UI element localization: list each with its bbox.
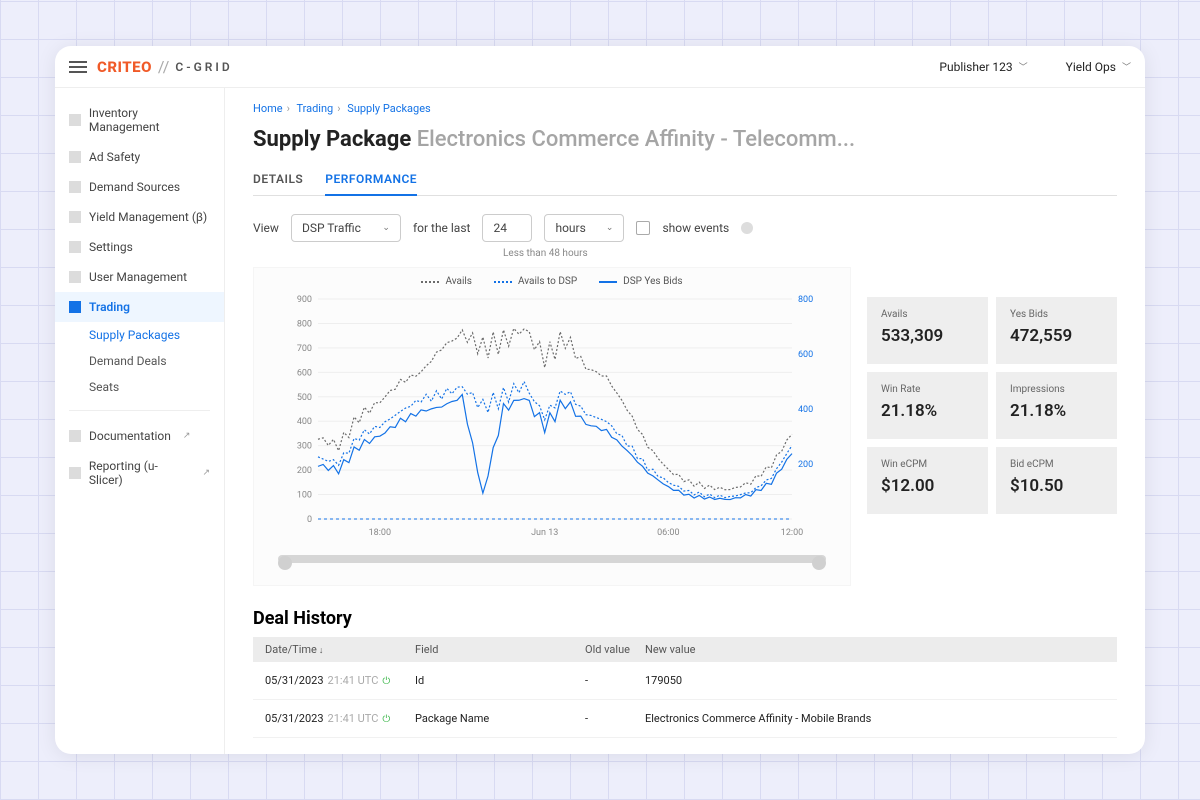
- subnav-seats[interactable]: Seats: [89, 374, 224, 400]
- svg-text:500: 500: [297, 393, 312, 403]
- crumb-trading[interactable]: Trading: [296, 102, 333, 115]
- breadcrumb: Home› Trading› Supply Packages: [253, 102, 1117, 115]
- inventory-icon: [69, 114, 81, 126]
- stat-avails: Avails533,309: [867, 297, 988, 364]
- svg-text:200: 200: [798, 460, 813, 470]
- svg-text:200: 200: [297, 466, 312, 476]
- svg-text:400: 400: [798, 405, 813, 415]
- sidebar-item-demand[interactable]: Demand Sources: [55, 172, 224, 202]
- sidebar-item-usermgmt[interactable]: User Management: [55, 262, 224, 292]
- main-content: Home› Trading› Supply Packages Supply Pa…: [225, 88, 1145, 754]
- duration-unit-select[interactable]: hours⌄: [544, 214, 624, 242]
- sidebar-item-settings[interactable]: Settings: [55, 232, 224, 262]
- svg-text:100: 100: [297, 491, 312, 501]
- col-field[interactable]: Field: [415, 643, 585, 656]
- tab-details[interactable]: DETAILS: [253, 164, 303, 195]
- sidebar-item-adsafety[interactable]: Ad Safety: [55, 142, 224, 172]
- app-window: CRITEO // C-GRID Publisher 123﹀ Yield Op…: [55, 46, 1145, 754]
- svg-text:12:00: 12:00: [781, 528, 803, 538]
- role-dropdown[interactable]: Yield Ops﹀: [1066, 60, 1131, 74]
- stat-bidecpm: Bid eCPM$10.50: [996, 447, 1117, 514]
- logo: CRITEO: [97, 58, 152, 76]
- sidebar-documentation[interactable]: Documentation↗: [55, 421, 224, 451]
- dollar-icon: [69, 301, 81, 313]
- performance-chart: Avails Avails to DSP DSP Yes Bids 0 100 20…: [253, 267, 851, 586]
- svg-text:0: 0: [307, 515, 312, 525]
- sidebar: Inventory Management Ad Safety Demand So…: [55, 88, 225, 754]
- svg-text:600: 600: [798, 350, 813, 360]
- svg-text:800: 800: [798, 295, 813, 305]
- deal-history-title: Deal History: [253, 608, 1117, 629]
- chart-svg: 0 100 200 300 400 500 600 700 800 900 200 400 600 800…: [264, 291, 840, 541]
- chevron-down-icon: ﹀: [1122, 60, 1131, 73]
- sidebar-item-yield[interactable]: Yield Management (β): [55, 202, 224, 232]
- sidebar-reporting[interactable]: Reporting (u-Slicer)↗: [55, 451, 224, 495]
- sort-icon: ↓: [319, 646, 324, 656]
- external-icon: ↗: [202, 468, 210, 478]
- col-new[interactable]: New value: [645, 643, 1105, 656]
- sidebar-item-inventory[interactable]: Inventory Management: [55, 98, 224, 142]
- gear-icon: [69, 241, 81, 253]
- svg-text:18:00: 18:00: [369, 528, 391, 538]
- stats-grid: Avails533,309 Yes Bids472,559 Win Rate21…: [867, 297, 1117, 586]
- svg-text:400: 400: [297, 417, 312, 427]
- doc-icon: [69, 430, 81, 442]
- table-row: 05/31/202321:41 UTC⏻ Package Name - Elec…: [253, 700, 1117, 738]
- info-icon[interactable]: [741, 222, 753, 234]
- shield-icon: [69, 151, 81, 163]
- slider-thumb-right[interactable]: [812, 556, 826, 570]
- logo-separator: //: [158, 57, 169, 76]
- svg-text:600: 600: [297, 368, 312, 378]
- crumb-supply-packages[interactable]: Supply Packages: [347, 102, 430, 115]
- stat-winrate: Win Rate21.18%: [867, 372, 988, 439]
- stat-impressions: Impressions21.18%: [996, 372, 1117, 439]
- svg-text:300: 300: [297, 442, 312, 452]
- svg-text:Jun 13: Jun 13: [531, 528, 558, 538]
- duration-num-select[interactable]: 24: [482, 214, 532, 242]
- svg-text:800: 800: [297, 319, 312, 329]
- view-controls: View DSP Traffic⌄ for the last 24 hours⌄…: [253, 214, 1117, 242]
- hamburger-icon[interactable]: [69, 58, 87, 76]
- chart-range-slider[interactable]: [278, 555, 826, 571]
- col-old[interactable]: Old value: [585, 643, 645, 656]
- chevron-down-icon: ⌄: [382, 223, 390, 233]
- user-icon: [69, 271, 81, 283]
- slider-thumb-left[interactable]: [278, 556, 292, 570]
- yield-icon: [69, 211, 81, 223]
- col-datetime[interactable]: Date/Time↓: [265, 643, 415, 656]
- duration-caption: Less than 48 hours: [503, 248, 1117, 259]
- publisher-dropdown[interactable]: Publisher 123﹀: [939, 60, 1027, 74]
- demand-icon: [69, 181, 81, 193]
- chart-legend: Avails Avails to DSP DSP Yes Bids: [264, 274, 840, 291]
- stat-yesbids: Yes Bids472,559: [996, 297, 1117, 364]
- svg-text:06:00: 06:00: [657, 528, 679, 538]
- chart-icon: [69, 467, 81, 479]
- svg-text:700: 700: [297, 344, 312, 354]
- external-icon: ↗: [183, 431, 191, 441]
- chevron-down-icon: ﹀: [1019, 60, 1028, 73]
- power-icon: ⏻: [382, 676, 390, 687]
- view-select[interactable]: DSP Traffic⌄: [291, 214, 401, 242]
- show-events-checkbox[interactable]: [636, 221, 650, 235]
- chevron-down-icon: ⌄: [606, 223, 614, 233]
- stat-winecpm: Win eCPM$12.00: [867, 447, 988, 514]
- tab-performance[interactable]: PERFORMANCE: [325, 164, 417, 196]
- table-header: Date/Time↓ Field Old value New value: [253, 637, 1117, 662]
- sidebar-item-trading[interactable]: Trading: [55, 292, 224, 322]
- subnav-demand-deals[interactable]: Demand Deals: [89, 348, 224, 374]
- tab-bar: DETAILS PERFORMANCE: [253, 164, 1117, 196]
- svg-text:900: 900: [297, 295, 312, 305]
- deal-history: Deal History Date/Time↓ Field Old value …: [253, 608, 1117, 738]
- topbar: CRITEO // C-GRID Publisher 123﹀ Yield Op…: [55, 46, 1145, 88]
- subnav-supply-packages[interactable]: Supply Packages: [89, 322, 224, 348]
- page-title: Supply Package Electronics Commerce Affi…: [253, 127, 1117, 152]
- power-icon: ⏻: [382, 714, 390, 725]
- app-name: C-GRID: [175, 60, 232, 74]
- table-row: 05/31/202321:41 UTC⏻ Id - 179050: [253, 662, 1117, 700]
- crumb-home[interactable]: Home: [253, 102, 283, 115]
